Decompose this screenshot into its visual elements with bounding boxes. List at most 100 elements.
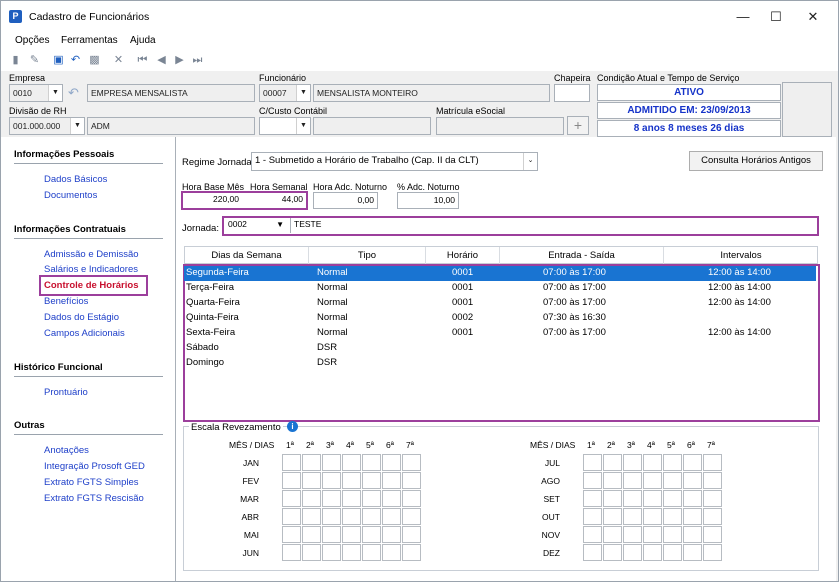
escala-day-cell[interactable] [362, 544, 381, 561]
custo-dropdown[interactable]: ▼ [259, 117, 311, 135]
escala-day-cell[interactable] [663, 490, 682, 507]
table-row[interactable]: Sexta-Feira Normal 0001 07:00 às 17:00 12:00… [184, 326, 816, 341]
sidebar-item-documentos[interactable]: Documentos [44, 190, 97, 201]
photo-placeholder[interactable] [782, 82, 832, 137]
minimize-button[interactable]: — [728, 7, 758, 27]
escala-day-cell[interactable] [322, 490, 341, 507]
escala-day-cell[interactable] [382, 526, 401, 543]
menu-opcoes[interactable]: Opções [15, 35, 49, 46]
escala-day-cell[interactable] [703, 544, 722, 561]
escala-day-cell[interactable] [603, 454, 622, 471]
escala-day-cell[interactable] [643, 544, 662, 561]
col-dias-semana[interactable]: Dias da Semana [185, 250, 308, 261]
escala-day-cell[interactable] [623, 526, 642, 543]
sidebar-item-beneficios[interactable]: Benefícios [44, 296, 88, 307]
escala-day-cell[interactable] [302, 544, 321, 561]
pct-noturno-input[interactable]: 10,00 [397, 192, 459, 209]
escala-day-cell[interactable] [342, 490, 361, 507]
table-row[interactable]: Sábado DSR [184, 341, 816, 356]
escala-day-cell[interactable] [282, 472, 301, 489]
chevron-down-icon[interactable]: ▼ [48, 85, 62, 101]
escala-day-cell[interactable] [362, 508, 381, 525]
chevron-down-icon[interactable]: ▼ [70, 118, 84, 134]
escala-day-cell[interactable] [623, 544, 642, 561]
table-row[interactable]: Quinta-Feira Normal 0002 07:30 às 16:30 [184, 311, 816, 326]
escala-day-cell[interactable] [603, 490, 622, 507]
undo-icon[interactable]: ↶ [69, 54, 82, 67]
escala-day-cell[interactable] [603, 472, 622, 489]
add-icon[interactable]: + [567, 116, 589, 135]
sidebar-item-dados-basicos[interactable]: Dados Básicos [44, 174, 107, 185]
escala-day-cell[interactable] [382, 454, 401, 471]
col-intervalos[interactable]: Intervalos [664, 250, 818, 261]
escala-day-cell[interactable] [683, 472, 702, 489]
escala-day-cell[interactable] [623, 508, 642, 525]
escala-day-cell[interactable] [282, 508, 301, 525]
funcionario-code-field[interactable]: 00007 ▼ [259, 84, 311, 102]
escala-day-cell[interactable] [663, 454, 682, 471]
escala-day-cell[interactable] [342, 544, 361, 561]
sidebar-item-campos-adicionais[interactable]: Campos Adicionais [44, 328, 125, 339]
escala-day-cell[interactable] [703, 472, 722, 489]
menu-ferramentas[interactable]: Ferramentas [61, 35, 118, 46]
escala-day-cell[interactable] [623, 490, 642, 507]
escala-day-cell[interactable] [282, 544, 301, 561]
escala-day-cell[interactable] [583, 526, 602, 543]
escala-day-cell[interactable] [583, 544, 602, 561]
escala-day-cell[interactable] [643, 490, 662, 507]
escala-day-cell[interactable] [703, 526, 722, 543]
escala-day-cell[interactable] [663, 526, 682, 543]
escala-day-cell[interactable] [322, 472, 341, 489]
edit-icon[interactable]: ✎ [28, 54, 41, 67]
escala-day-cell[interactable] [683, 490, 702, 507]
sidebar-item-dados-estagio[interactable]: Dados do Estágio [44, 312, 119, 323]
sidebar-item-anotacoes[interactable]: Anotações [44, 445, 89, 456]
divisao-code-field[interactable]: 001.000.000 ▼ [9, 117, 85, 135]
escala-day-cell[interactable] [603, 508, 622, 525]
escala-day-cell[interactable] [643, 454, 662, 471]
close-button[interactable]: ✕ [798, 7, 828, 27]
escala-day-cell[interactable] [583, 472, 602, 489]
escala-day-cell[interactable] [402, 544, 421, 561]
sidebar-item-controle-horarios[interactable]: Controle de Horários [44, 280, 139, 291]
print-icon[interactable]: ▩ [88, 54, 101, 67]
table-row[interactable]: Terça-Feira Normal 0001 07:00 às 17:00 12:00… [184, 281, 816, 296]
sidebar-item-salarios[interactable]: Salários e Indicadores [44, 264, 138, 275]
escala-day-cell[interactable] [362, 490, 381, 507]
escala-day-cell[interactable] [302, 490, 321, 507]
chevron-down-icon[interactable]: ⌄ [523, 153, 537, 170]
escala-day-cell[interactable] [683, 544, 702, 561]
escala-day-cell[interactable] [683, 526, 702, 543]
escala-day-cell[interactable] [342, 526, 361, 543]
escala-day-cell[interactable] [663, 508, 682, 525]
escala-day-cell[interactable] [382, 544, 401, 561]
escala-day-cell[interactable] [322, 454, 341, 471]
new-document-icon[interactable]: ▮ [9, 54, 22, 67]
sidebar-item-fgts-simples[interactable]: Extrato FGTS Simples [44, 477, 139, 488]
last-record-icon[interactable]: ⏭ [191, 54, 204, 67]
escala-day-cell[interactable] [663, 544, 682, 561]
table-row[interactable]: Domingo DSR [184, 356, 816, 371]
escala-day-cell[interactable] [362, 454, 381, 471]
hora-noturno-input[interactable]: 0,00 [313, 192, 378, 209]
escala-day-cell[interactable] [703, 508, 722, 525]
next-record-icon[interactable]: ▶ [173, 54, 186, 67]
escala-day-cell[interactable] [362, 472, 381, 489]
escala-day-cell[interactable] [402, 472, 421, 489]
col-tipo[interactable]: Tipo [309, 250, 425, 261]
escala-day-cell[interactable] [342, 472, 361, 489]
escala-day-cell[interactable] [342, 454, 361, 471]
escala-day-cell[interactable] [282, 526, 301, 543]
empresa-code-field[interactable]: 0010 ▼ [9, 84, 63, 102]
escala-day-cell[interactable] [322, 544, 341, 561]
maximize-button[interactable]: ☐ [761, 7, 791, 27]
escala-day-cell[interactable] [683, 508, 702, 525]
undo-link-icon[interactable]: ↶ [68, 85, 79, 101]
chapeira-input[interactable] [554, 84, 590, 102]
escala-day-cell[interactable] [322, 526, 341, 543]
table-row[interactable]: Quarta-Feira Normal 0001 07:00 às 17:00 12:0… [184, 296, 816, 311]
escala-day-cell[interactable] [402, 454, 421, 471]
escala-day-cell[interactable] [703, 454, 722, 471]
delete-icon[interactable]: ✕ [112, 54, 125, 67]
escala-day-cell[interactable] [302, 508, 321, 525]
